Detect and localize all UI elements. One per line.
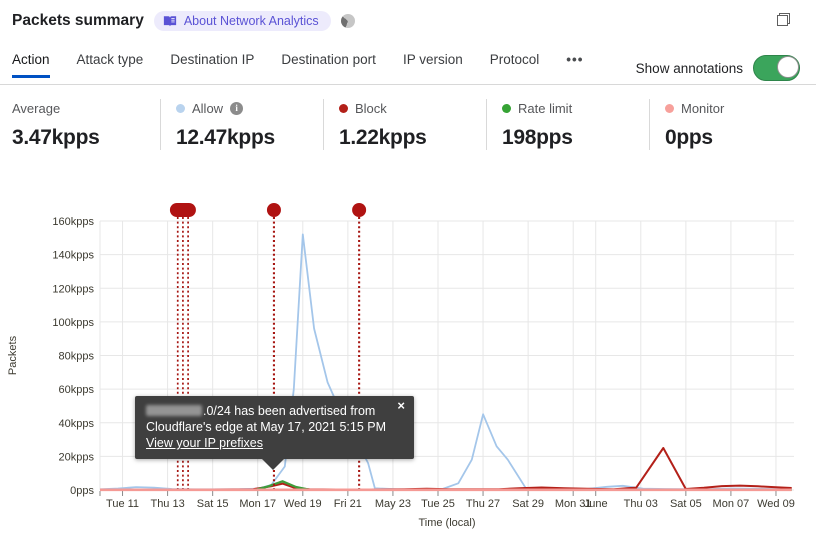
stat-allow: Allow i 12.47kpps (160, 99, 323, 150)
show-annotations-control: Show annotations (636, 55, 800, 81)
stat-block: Block 1.22kpps (323, 99, 486, 150)
y-tick-label: 120kpps (52, 283, 94, 295)
tab-divider (0, 84, 816, 85)
tab-destination-port[interactable]: Destination port (281, 52, 376, 78)
y-tick-label: 140kpps (52, 250, 94, 262)
y-tick-label: 160kpps (52, 216, 94, 228)
x-tick-label: May 23 (375, 498, 411, 510)
annotation-marker-pill[interactable] (169, 203, 196, 217)
x-tick-label: Fri 21 (334, 498, 362, 510)
header: Packets summary About Network Analytics (12, 11, 355, 31)
x-tick-label: Mon 07 (713, 498, 750, 510)
tooltip-line1: .0/24 has been advertised from (146, 403, 390, 419)
restore-window-icon[interactable] (777, 13, 790, 26)
y-tick-label: 0pps (70, 485, 94, 497)
x-tick-label: Thu 27 (466, 498, 500, 510)
x-tick-label: Sat 15 (197, 498, 229, 510)
tooltip-caret (261, 458, 285, 470)
stat-value: 0pps (665, 126, 713, 149)
y-tick-label: 80kpps (59, 351, 95, 363)
x-tick-label: Tue 25 (421, 498, 455, 510)
packets-chart[interactable]: 0pps 20kpps 40kpps 60kpps 80kpps 100kpps 120kp… (0, 195, 816, 545)
legend-dot (176, 103, 185, 113)
stat-label: Monitor (681, 100, 725, 116)
stat-label: Block (355, 100, 387, 116)
show-annotations-label: Show annotations (635, 60, 743, 76)
close-icon[interactable]: × (397, 398, 405, 414)
y-tick-label: 40kpps (59, 418, 95, 430)
legend-dot (339, 103, 348, 113)
tab-protocol[interactable]: Protocol (490, 52, 540, 78)
x-tick-label: Wed 19 (284, 498, 322, 510)
info-icon[interactable]: i (230, 101, 244, 115)
stat-value: 198pps (502, 126, 573, 149)
legend-dot (502, 103, 511, 113)
x-tick-label: June (584, 498, 608, 510)
annotation-marker-dot[interactable] (266, 203, 281, 217)
x-tick-label: Tue 11 (106, 498, 139, 510)
tooltip-line2: Cloudflare's edge at May 17, 2021 5:15 P… (146, 420, 387, 434)
y-axis-title: Packets (7, 335, 19, 375)
stat-monitor: Monitor 0pps (649, 99, 812, 150)
toggle-knob (777, 56, 799, 78)
legend-dot (665, 103, 674, 113)
stat-value: 12.47kpps (176, 126, 275, 149)
about-network-analytics-badge[interactable]: About Network Analytics (153, 11, 331, 31)
page-title: Packets summary (12, 12, 144, 29)
tab-destination-ip[interactable]: Destination IP (170, 52, 254, 78)
view-ip-prefixes-link[interactable]: View your IP prefixes (146, 436, 263, 450)
tab-bar: Action Attack type Destination IP Destinati… (12, 52, 583, 78)
y-tick-label: 100kpps (52, 317, 94, 329)
y-tick-label: 60kpps (59, 384, 95, 396)
x-tick-label: Wed 09 (757, 498, 795, 510)
pie-progress-icon (340, 14, 355, 28)
badge-label: About Network Analytics (183, 14, 319, 28)
stats-row: Average 3.47kpps Allow i 12.47kpps Block 1.22k… (12, 99, 812, 150)
x-tick-label: Sat 05 (670, 498, 702, 510)
x-tick-label: Sat 29 (512, 498, 544, 510)
network-analytics-panel: Packets summary About Network Analytics … (0, 0, 816, 545)
stat-value: 3.47kpps (12, 126, 100, 149)
tab-attack-type[interactable]: Attack type (77, 52, 144, 78)
stat-average: Average 3.47kpps (12, 99, 160, 150)
tab-action[interactable]: Action (12, 52, 50, 78)
stat-rate-limit: Rate limit 198pps (486, 99, 649, 150)
annotation-marker-dot[interactable] (352, 203, 367, 217)
x-tick-label: Thu 13 (150, 498, 184, 510)
redacted-ip (146, 405, 202, 416)
x-axis-title: Time (local) (418, 517, 475, 529)
stat-label: Average (12, 100, 61, 116)
x-tick-label: Thu 03 (624, 498, 658, 510)
stat-label: Rate limit (518, 100, 573, 116)
show-annotations-toggle[interactable] (753, 55, 800, 81)
annotation-tooltip: × .0/24 has been advertised from Cloudfl… (135, 396, 414, 470)
x-tick-label: Mon 17 (239, 498, 276, 510)
stat-value: 1.22kpps (339, 126, 427, 149)
stat-label: Allow (192, 100, 224, 116)
tab-ip-version[interactable]: IP version (403, 52, 463, 78)
book-icon (163, 15, 176, 26)
y-tick-label: 20kpps (59, 451, 95, 463)
tab--[interactable]: ••• (566, 52, 583, 78)
